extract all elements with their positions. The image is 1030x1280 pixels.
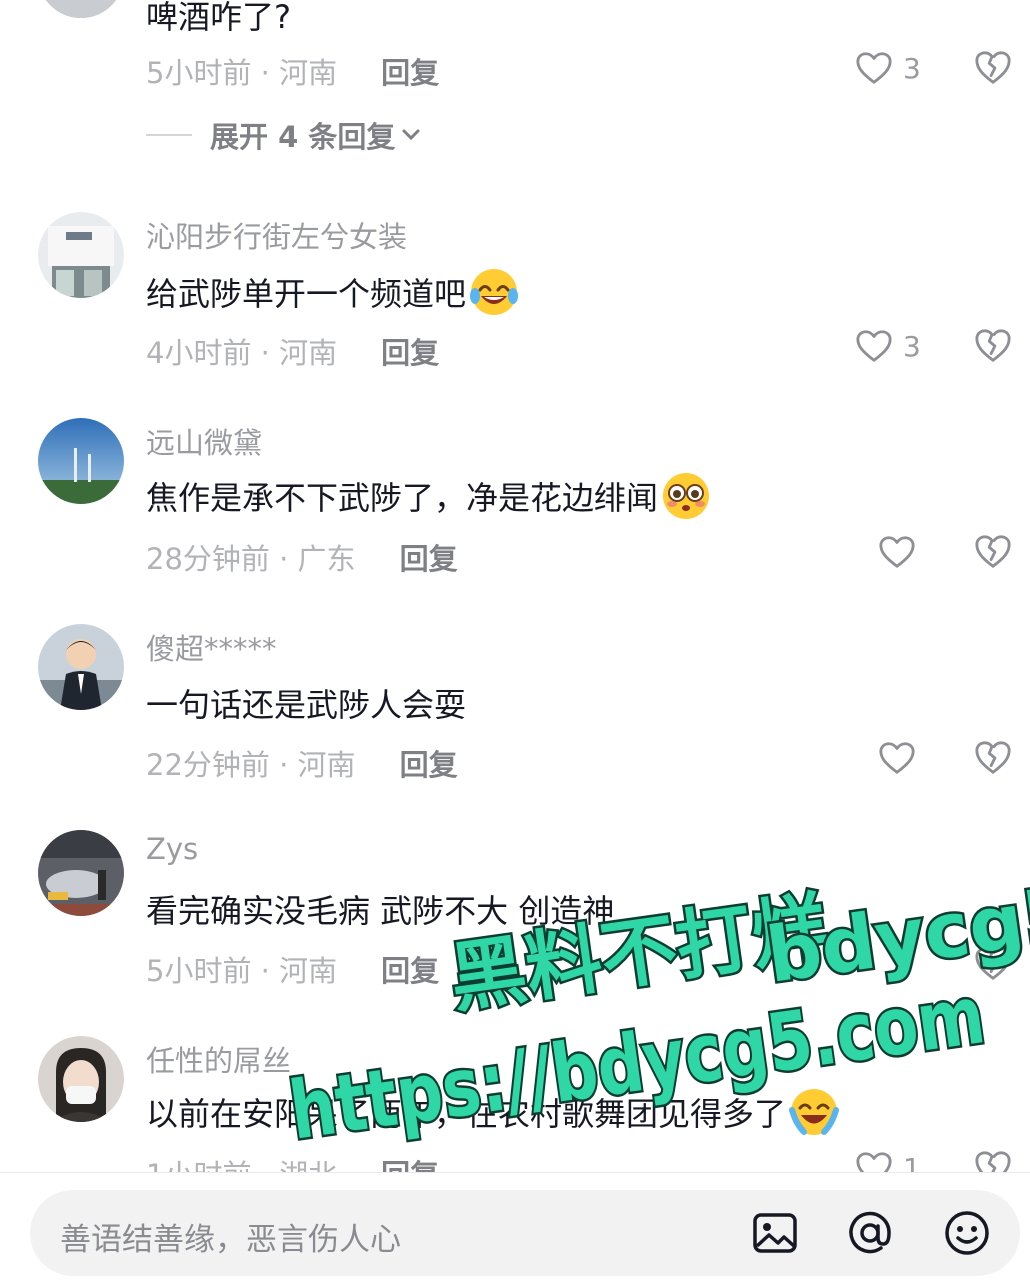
comment-time-location: 5小时前 · 河南 [146,56,338,90]
broken-heart-icon [975,741,1011,774]
broken-heart-icon [975,535,1011,568]
heart-icon [879,742,915,774]
comment-meta: 4小时前 · 河南 回复 [146,330,439,372]
comment-time-location: 28分钟前 · 广东 [146,542,356,576]
comment-time-location: 5小时前 · 河南 [146,954,338,988]
comment-text: 啤酒咋了? [146,0,291,36]
like-button[interactable]: 3 [855,328,921,364]
comment-username[interactable]: 沁阳步行街左兮女装 [146,214,407,256]
comment-meta: 5小时前 · 河南 回复 [146,948,439,990]
heart-icon [856,1152,892,1172]
reply-button[interactable]: 回复 [381,50,439,92]
comment-text: 焦作是承不下武陟了，净是花边绯闻 [146,470,712,522]
comment-meta: 1小时前 · 湖北 回复 [146,1152,439,1172]
chevron-down-icon [402,129,420,141]
expand-replies-label: 展开 4 条回复 [210,120,396,154]
reply-button[interactable]: 回复 [381,1152,439,1172]
comment-text: 看完确实没毛病 武陟不大 创造神 [146,892,615,930]
emoji-icon [945,1211,989,1255]
like-count: 3 [903,51,921,85]
comment-meta: 28分钟前 · 广东 回复 [146,536,458,578]
image-button[interactable] [750,1208,800,1258]
avatar[interactable] [38,0,124,18]
emoji-button[interactable] [942,1208,992,1258]
comment-username[interactable]: 任性的屌丝 [146,1038,291,1080]
broken-heart-icon [975,1151,1011,1172]
like-button[interactable] [878,534,916,574]
comment-input[interactable]: 善语结善缘，恶言伤人心 [30,1190,1020,1276]
reply-button[interactable]: 回复 [381,948,439,990]
comment-time-location: 22分钟前 · 河南 [146,748,356,782]
dislike-button[interactable] [974,533,1012,575]
comment-text: 一句话还是武陟人会耍 [146,686,467,724]
reply-button[interactable]: 回复 [400,742,458,784]
avatar[interactable] [38,212,124,298]
like-count: 3 [903,329,921,363]
broken-heart-icon [975,947,1011,980]
comment-time-location: 1小时前 · 湖北 [146,1152,337,1172]
laughing-tears-emoji [470,269,519,315]
avatar[interactable] [38,1036,124,1122]
comment-input-placeholder: 善语结善缘，恶言伤人心 [60,1222,401,1258]
reply-button[interactable]: 回复 [400,536,458,578]
like-button[interactable]: 3 [855,50,921,86]
comment-text: 以前在安阳呆了两年，在农村歌舞团见得多了 [146,1086,840,1138]
divider-line [146,134,192,136]
like-button[interactable]: 1 [855,1150,921,1172]
dislike-button[interactable] [974,739,1012,781]
like-count: 1 [903,1151,921,1173]
comment-username[interactable]: Zys [146,832,198,866]
dislike-button[interactable] [974,327,1012,369]
dislike-button[interactable] [974,945,1012,987]
image-icon [753,1213,797,1253]
avatar[interactable] [38,830,124,916]
comment-meta: 5小时前 · 河南 回复 [146,50,439,92]
at-icon [849,1211,891,1254]
like-button[interactable] [878,740,916,780]
reply-button[interactable]: 回复 [381,330,439,372]
broken-heart-icon [975,329,1011,362]
comment-time-location: 4小时前 · 河南 [146,336,338,370]
avatar[interactable] [38,624,124,710]
crying-laughing-emoji [789,1089,840,1135]
avatar[interactable] [38,418,124,504]
divider [0,1172,1030,1173]
dislike-button[interactable] [974,49,1012,91]
comment-username[interactable]: 远山微黛 [146,420,262,462]
watermark-overlay: 黑料不打烊 bdycg5.com https://bdycg5.com [282,837,1030,1160]
comment-feed[interactable]: 啤酒咋了? 5小时前 · 河南 回复 3 展开 4 条回复 沁阳步行街左兮女装 … [0,0,1030,1172]
heart-icon [856,52,892,84]
comment-text: 给武陟单开一个频道吧 [146,266,520,318]
broken-heart-icon [975,51,1011,84]
mention-button[interactable] [845,1208,895,1258]
expand-replies-button[interactable]: 展开 4 条回复 [146,114,421,156]
dislike-button[interactable] [974,1149,1012,1172]
comment-username[interactable]: 傻超***** [146,626,277,668]
comment-meta: 22分钟前 · 河南 回复 [146,742,458,784]
heart-icon [856,330,892,362]
flushed-face-emoji [663,473,710,519]
heart-icon [879,536,915,568]
